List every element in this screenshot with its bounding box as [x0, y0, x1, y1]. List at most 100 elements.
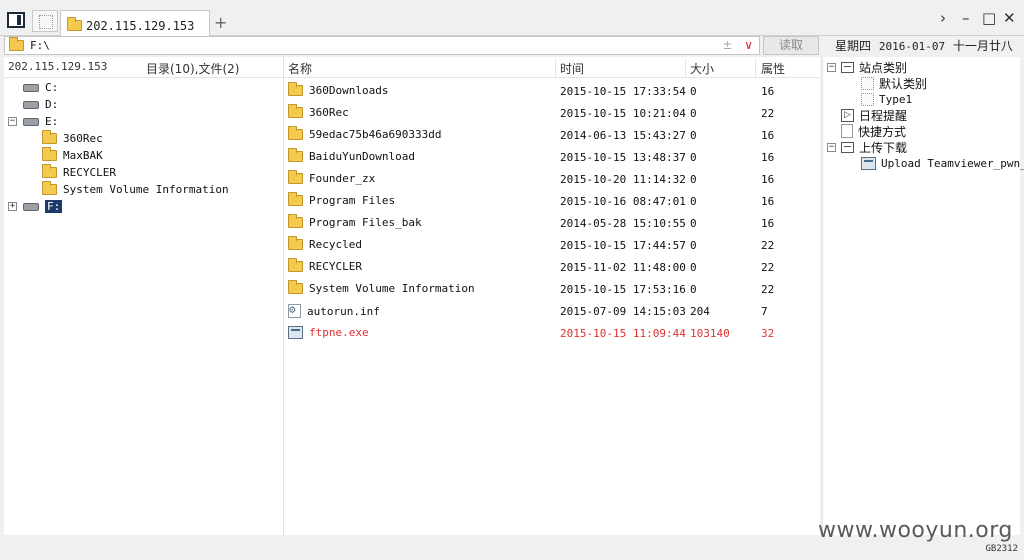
- blank-tab-icon[interactable]: [32, 10, 58, 32]
- file-name: 59edac75b46a690333dd: [309, 128, 442, 141]
- column-attr[interactable]: 属性: [761, 60, 785, 77]
- site-manager-panel: − 站点类别 默认类别 Type1 ▷ 日程提醒 快捷方式 − 上传下载 Upload Teamv…: [822, 57, 1024, 535]
- tree-item-label: F:: [45, 200, 63, 213]
- site-tree-label: Type1: [879, 92, 913, 106]
- site-tree-item[interactable]: Type1: [861, 91, 912, 107]
- site-tree-item[interactable]: ▷ 日程提醒: [827, 107, 907, 123]
- close-button[interactable]: ✕: [1003, 9, 1016, 27]
- tab-active-site[interactable]: 202.115.129.153: [60, 10, 210, 36]
- tree-item[interactable]: System Volume Information: [42, 181, 229, 198]
- folder-icon: [67, 17, 82, 31]
- tree-item-label: RECYCLER: [63, 166, 116, 179]
- file-size-cell: 0: [690, 151, 697, 164]
- minimize-button[interactable]: –: [962, 9, 970, 27]
- host-label: 202.115.129.153: [8, 60, 108, 73]
- file-name: Recycled: [309, 238, 362, 251]
- table-row[interactable]: Program Files_bak 2014-05-28 15:10:55 0 16: [284, 213, 820, 235]
- file-time-cell: 2014-06-13 15:43:27: [560, 129, 686, 142]
- tree-item[interactable]: − E:: [8, 113, 58, 130]
- file-name-cell: Recycled: [288, 236, 362, 251]
- file-name-cell: 360Downloads: [288, 82, 388, 97]
- file-size-cell: 0: [690, 217, 697, 230]
- settings-file-icon: [288, 303, 301, 318]
- file-size-cell: 0: [690, 283, 697, 296]
- file-attr-cell: 16: [761, 217, 775, 230]
- site-tree-label: 上传下载: [859, 140, 908, 155]
- file-attr-cell: 32: [761, 327, 775, 340]
- site-tree-item[interactable]: 默认类别: [861, 75, 927, 91]
- table-row[interactable]: 360Rec 2015-10-15 10:21:04 0 22: [284, 103, 820, 125]
- file-time-cell: 2015-10-16 08:47:01: [560, 195, 686, 208]
- file-name-cell: ftpne.exe: [288, 326, 369, 339]
- file-name-cell: BaiduYunDownload: [288, 148, 415, 163]
- collapse-icon[interactable]: −: [8, 117, 17, 126]
- file-attr-cell: 16: [761, 129, 775, 142]
- table-row[interactable]: 59edac75b46a690333dd 2014-06-13 15:43:27 0…: [284, 125, 820, 147]
- file-size-cell: 0: [690, 195, 697, 208]
- site-tree-item[interactable]: Upload Teamviewer_pwn_C: [861, 155, 1024, 171]
- site-tree-item[interactable]: − 站点类别: [827, 59, 907, 75]
- file-name-cell: System Volume Information: [288, 280, 475, 295]
- collapse-icon[interactable]: −: [827, 62, 836, 72]
- weekday: 星期四: [835, 39, 872, 53]
- tree-item[interactable]: C:: [8, 79, 58, 96]
- drive-icon: [23, 202, 39, 211]
- file-time-cell: 2015-10-15 17:44:57: [560, 239, 686, 252]
- executable-icon: [288, 326, 303, 339]
- shortcut-icon: [841, 124, 853, 138]
- sidebar-toggle-icon[interactable]: [7, 12, 25, 28]
- folder-icon: [288, 280, 303, 294]
- file-name-cell: 59edac75b46a690333dd: [288, 126, 442, 141]
- path-input[interactable]: F:\ ± ∨: [4, 36, 760, 55]
- file-name-cell: Program Files: [288, 192, 395, 207]
- tree-item[interactable]: 360Rec: [42, 130, 103, 147]
- table-row[interactable]: Recycled 2015-10-15 17:44:57 0 22: [284, 235, 820, 257]
- chevron-down-icon[interactable]: ∨: [744, 38, 753, 52]
- collapse-icon[interactable]: −: [827, 142, 836, 152]
- file-size-cell: 103140: [690, 327, 730, 340]
- table-row[interactable]: RECYCLER 2015-11-02 11:48:00 0 22: [284, 257, 820, 279]
- file-time-cell: 2015-10-15 17:53:16: [560, 283, 686, 296]
- column-name[interactable]: 名称: [288, 60, 312, 77]
- file-time-cell: 2015-10-20 11:14:32: [560, 173, 686, 186]
- file-size-cell: 0: [690, 85, 697, 98]
- new-tab-button[interactable]: +: [214, 13, 227, 32]
- table-row[interactable]: System Volume Information 2015-10-15 17:5…: [284, 279, 820, 301]
- tree-item[interactable]: MaxBAK: [42, 147, 103, 164]
- add-path-icon[interactable]: ±: [722, 38, 732, 52]
- file-name: autorun.inf: [307, 304, 380, 318]
- date: 2016-01-07: [878, 40, 946, 53]
- folder-icon: [288, 170, 303, 184]
- path-controls: ± ∨: [722, 38, 753, 52]
- file-size-cell: 204: [690, 305, 710, 318]
- table-row[interactable]: Founder_zx 2015-10-20 11:14:32 0 16: [284, 169, 820, 191]
- table-row[interactable]: BaiduYunDownload 2015-10-15 13:48:37 0 16: [284, 147, 820, 169]
- folder-icon: [288, 236, 303, 250]
- read-button[interactable]: 读取: [763, 36, 819, 55]
- table-row[interactable]: autorun.inf 2015-07-09 14:15:03 204 7: [284, 301, 820, 323]
- table-row[interactable]: ftpne.exe 2015-10-15 11:09:44 103140 32: [284, 323, 820, 345]
- transfer-task-icon: [861, 156, 876, 170]
- file-attr-cell: 16: [761, 85, 775, 98]
- folder-icon: [42, 130, 57, 144]
- table-row[interactable]: Program Files 2015-10-16 08:47:01 0 16: [284, 191, 820, 213]
- tree-item[interactable]: D:: [8, 96, 58, 113]
- table-row[interactable]: 360Downloads 2015-10-15 17:33:54 0 16: [284, 81, 820, 103]
- column-size[interactable]: 大小: [690, 60, 714, 77]
- file-attr-cell: 16: [761, 151, 775, 164]
- tree-item[interactable]: RECYCLER: [42, 164, 116, 181]
- site-tree-label: 快捷方式: [858, 124, 907, 139]
- file-attr-cell: 22: [761, 261, 775, 274]
- drive-icon: [23, 83, 39, 92]
- expand-icon[interactable]: +: [8, 202, 17, 211]
- site-tree-item[interactable]: 快捷方式: [827, 123, 906, 139]
- tree-item-label: D:: [45, 98, 59, 111]
- forward-icon[interactable]: ›: [940, 9, 946, 27]
- site-tree-item[interactable]: − 上传下载: [827, 139, 907, 155]
- column-time[interactable]: 时间: [560, 60, 584, 77]
- tree-item[interactable]: + F:: [8, 198, 63, 215]
- file-time-cell: 2015-10-15 10:21:04: [560, 107, 686, 120]
- maximize-button[interactable]: □: [982, 9, 996, 27]
- title-bar: 202.115.129.153 + › – □ ✕: [0, 0, 1024, 36]
- folder-icon: [42, 164, 57, 178]
